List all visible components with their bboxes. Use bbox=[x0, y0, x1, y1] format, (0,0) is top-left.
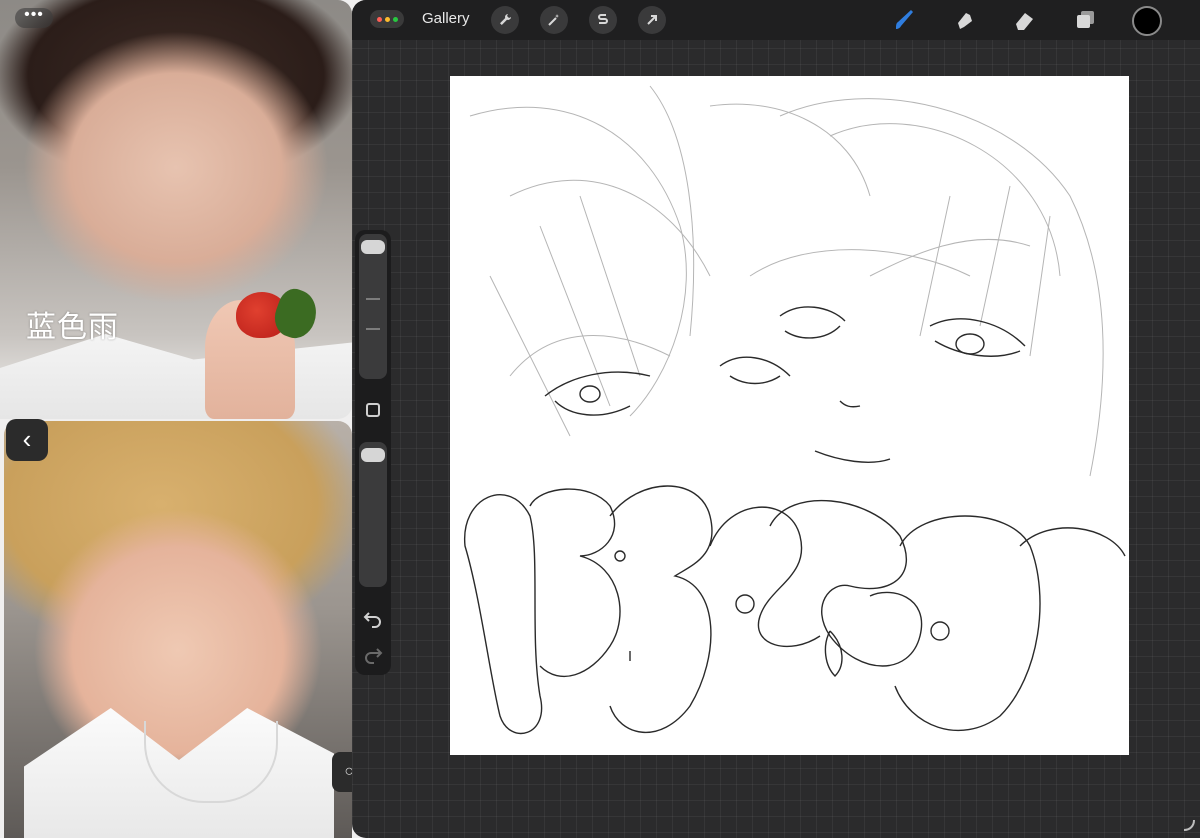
slider-tick bbox=[366, 298, 380, 300]
photo-bottom bbox=[4, 421, 352, 838]
resize-handle-icon[interactable] bbox=[1182, 818, 1196, 832]
redo-icon[interactable] bbox=[362, 644, 384, 664]
close-dot[interactable] bbox=[376, 16, 382, 22]
minimize-dot[interactable] bbox=[384, 16, 390, 22]
selection-s-icon[interactable] bbox=[589, 6, 617, 34]
back-button[interactable]: ‹ bbox=[6, 419, 48, 461]
watermark-text: 蓝色雨 bbox=[26, 310, 119, 345]
smudge-icon[interactable] bbox=[948, 4, 982, 36]
brush-icon[interactable] bbox=[888, 4, 922, 36]
eraser-icon[interactable] bbox=[1008, 4, 1042, 36]
transform-arrow-icon[interactable] bbox=[638, 6, 666, 34]
brush-size-slider[interactable] bbox=[359, 234, 387, 379]
photo-top: 蓝色雨 bbox=[0, 0, 352, 419]
opacity-thumb[interactable] bbox=[361, 448, 385, 462]
wrench-icon[interactable] bbox=[491, 6, 519, 34]
white-shirt bbox=[0, 334, 352, 419]
pencil-sketch bbox=[464, 85, 1126, 735]
drawing-canvas[interactable] bbox=[450, 76, 1129, 755]
slider-tick bbox=[366, 328, 380, 330]
layers-icon[interactable] bbox=[1068, 4, 1102, 36]
zoom-dot[interactable] bbox=[392, 16, 398, 22]
magic-wand-icon[interactable] bbox=[540, 6, 568, 34]
undo-icon[interactable] bbox=[362, 608, 384, 628]
color-picker-button[interactable] bbox=[1132, 6, 1162, 36]
more-options-button[interactable]: ••• bbox=[15, 7, 53, 28]
brush-size-thumb[interactable] bbox=[361, 240, 385, 254]
procreate-window: Gallery bbox=[352, 0, 1200, 838]
gallery-button[interactable]: Gallery bbox=[422, 10, 470, 27]
modify-button[interactable] bbox=[366, 403, 380, 417]
window-controls[interactable] bbox=[370, 10, 404, 28]
top-toolbar: Gallery bbox=[352, 0, 1200, 40]
left-sidebar bbox=[355, 230, 391, 675]
opacity-slider[interactable] bbox=[359, 442, 387, 587]
